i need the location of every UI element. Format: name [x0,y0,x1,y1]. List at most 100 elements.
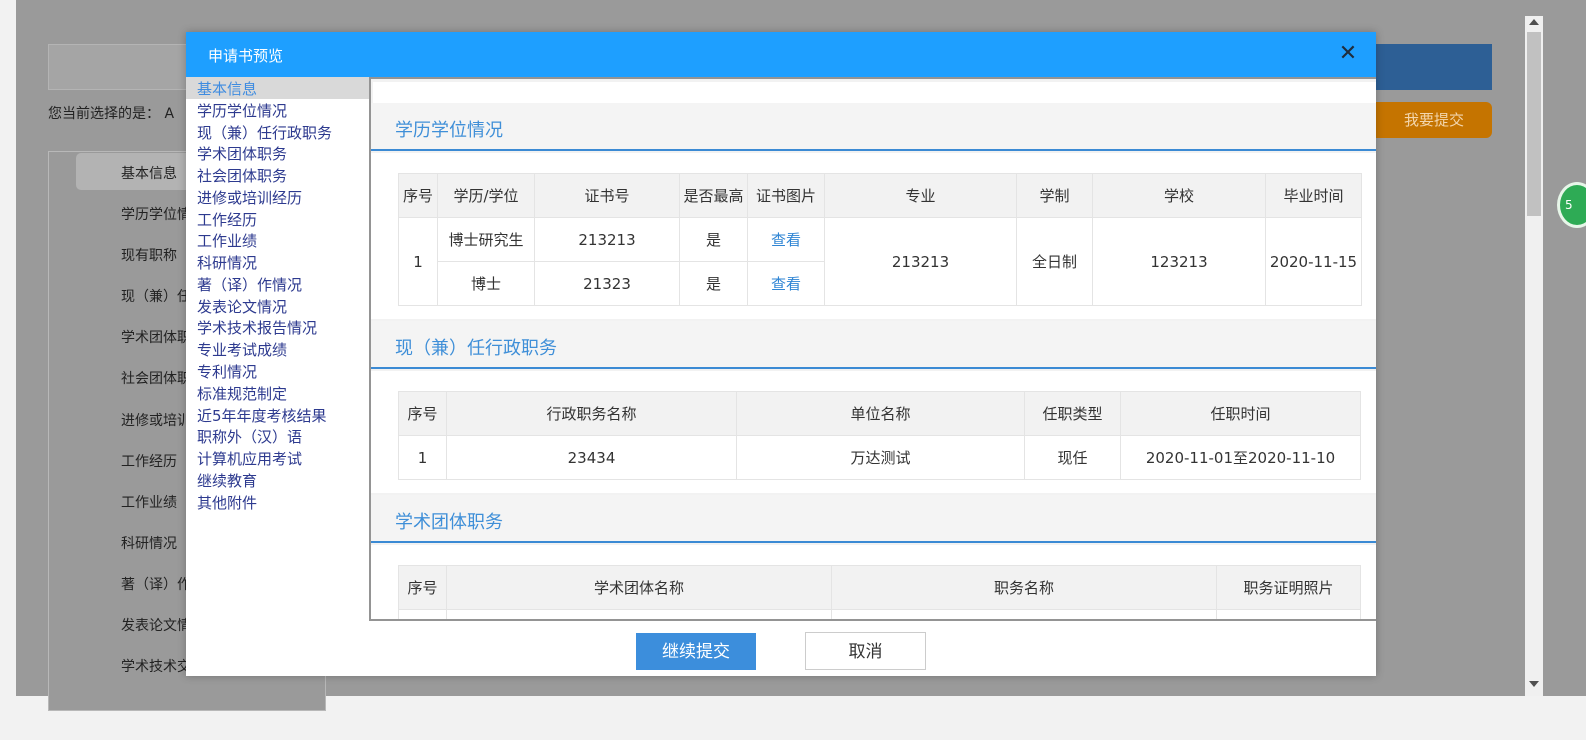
cancel-button[interactable]: 取消 [805,632,926,670]
table-cell: 全日制 [1016,217,1093,306]
modal-header: 申请书预览 ✕ [186,32,1376,77]
page-left-margin [0,0,16,740]
table-header: 学术团体名称 [446,565,832,610]
nav-item-social-group[interactable]: 社会团体职务 [197,165,287,186]
nav-item-admin-position[interactable]: 现（兼）任行政职务 [197,122,332,143]
nav-item-education[interactable]: 学历学位情况 [197,100,287,121]
bg-sidebar-item[interactable]: 学术技术交 [121,656,191,676]
table-cell: 213213 [534,217,680,262]
section-education-title: 学历学位情况 [395,120,503,141]
content-top-strip [373,82,1376,103]
table-cell: 是 [679,217,748,262]
nav-item-continuing-ed[interactable]: 继续教育 [197,470,257,491]
table-header: 单位名称 [736,391,1025,436]
section-academic-title: 学术团体职务 [395,512,503,533]
table-cell: 213213 [824,217,1017,306]
nav-item-work-achievements[interactable]: 工作业绩 [197,230,257,251]
table-cell: 是 [679,261,748,306]
table-cell [831,609,1217,619]
table-header: 毕业时间 [1265,173,1362,218]
table-header: 职务证明照片 [1216,565,1361,610]
continue-submit-button[interactable]: 继续提交 [636,633,756,670]
table-cell: 21323 [534,261,680,306]
nav-item-attachments[interactable]: 其他附件 [197,492,257,513]
preview-modal: 申请书预览 ✕ 基本信息 学历学位情况 现（兼）任行政职务 学术团体职务 社会团… [186,32,1376,676]
bg-sidebar-item[interactable]: 学历学位情 [121,204,191,224]
nav-item-exam-scores[interactable]: 专业考试成绩 [197,339,287,360]
nav-item-standards[interactable]: 标准规范制定 [197,383,287,404]
view-certificate-link[interactable]: 查看 [747,217,825,262]
bg-sidebar-item[interactable]: 工作经历 [121,451,177,471]
table-header: 任职时间 [1120,391,1361,436]
table-header: 学历/学位 [437,173,535,218]
table-header: 职务名称 [831,565,1217,610]
table-header: 序号 [398,391,447,436]
bg-sidebar-item[interactable]: 现（兼）任 [121,286,191,306]
table-cell: 2020-11-15 [1265,217,1362,306]
current-selection-label: 您当前选择的是： A [48,106,175,122]
section-education-header: 学历学位情况 [371,103,1376,151]
table-header: 序号 [398,565,447,610]
table-cell [1216,609,1361,619]
submit-button[interactable]: 我要提交 [1376,102,1492,138]
scrollbar-thumb[interactable] [1527,32,1541,216]
bg-sidebar-item[interactable]: 工作业绩 [121,492,177,512]
nav-item-patents[interactable]: 专利情况 [197,361,257,382]
table-cell: 博士 [437,261,535,306]
bg-sidebar-item[interactable]: 发表论文情 [121,615,191,635]
table-header: 序号 [398,173,438,218]
bg-sidebar-item[interactable]: 进修或培训 [121,410,191,430]
view-certificate-link[interactable]: 查看 [747,261,825,306]
section-admin-header: 现（兼）任行政职务 [371,321,1376,369]
bg-sidebar-item[interactable]: 现有职称 [121,245,177,265]
bg-sidebar-item[interactable]: 学术团体职 [121,327,191,347]
table-cell: 1 [398,217,438,306]
table-cell: 现任 [1024,435,1121,480]
nav-item-basic-info[interactable]: 基本信息 [197,78,257,99]
bg-sidebar-item[interactable]: 基本信息 [121,163,177,183]
bg-sidebar-item[interactable]: 著（译）作 [121,574,191,594]
nav-item-reports[interactable]: 学术技术报告情况 [197,317,317,338]
nav-item-research[interactable]: 科研情况 [197,252,257,273]
nav-item-computer-exam[interactable]: 计算机应用考试 [197,448,302,469]
table-row: 1 23434 万达测试 现任 2020-11-01至2020-11-10 [398,435,1361,480]
table-header: 任职类型 [1024,391,1121,436]
modal-footer [186,621,1376,676]
academic-group-table: 序号 学术团体名称 职务名称 职务证明照片 [398,565,1361,619]
nav-item-papers[interactable]: 发表论文情况 [197,296,287,317]
table-cell: 23434 [446,435,737,480]
table-row: 1 博士研究生 213213 是 查看 213213 全日制 123213 20… [398,217,1362,306]
scroll-up-arrow-icon[interactable] [1529,19,1539,25]
table-header: 专业 [824,173,1017,218]
table-cell: 2020-11-01至2020-11-10 [1120,435,1361,480]
modal-title: 申请书预览 [208,47,284,65]
admin-position-table: 序号 行政职务名称 单位名称 任职类型 任职时间 1 23434 万达测试 现任… [398,391,1361,480]
bg-sidebar-item[interactable]: 社会团体职 [121,368,191,388]
table-cell: 1 [398,435,447,480]
nav-item-academic-group[interactable]: 学术团体职务 [197,143,287,164]
scroll-down-arrow-icon[interactable] [1529,681,1539,687]
nav-item-language[interactable]: 职称外（汉）语 [197,426,302,447]
table-header: 学校 [1092,173,1266,218]
table-row [398,609,1361,619]
table-header: 学制 [1016,173,1093,218]
table-cell [446,609,832,619]
close-icon[interactable]: ✕ [1337,43,1359,65]
table-header: 证书号 [534,173,680,218]
nav-item-work-history[interactable]: 工作经历 [197,209,257,230]
table-cell: 123213 [1092,217,1266,306]
education-table: 序号 学历/学位 证书号 是否最高 证书图片 专业 学制 学校 毕业时间 1 博… [398,173,1362,306]
nav-item-publications[interactable]: 著（译）作情况 [197,274,302,295]
table-header: 行政职务名称 [446,391,737,436]
table-header: 是否最高 [679,173,748,218]
nav-item-annual-review[interactable]: 近5年年度考核结果 [197,405,327,426]
nav-item-training[interactable]: 进修或培训经历 [197,187,302,208]
background-header-accent [1376,44,1492,90]
section-education-body: 序号 学历/学位 证书号 是否最高 证书图片 专业 学制 学校 毕业时间 1 博… [371,153,1376,319]
screen: 您当前选择的是： A 我要提交 基本信息 学历学位情 现有职称 现（兼）任 学术… [0,0,1586,740]
section-academic-header: 学术团体职务 [371,495,1376,543]
table-cell: 万达测试 [736,435,1025,480]
preview-content[interactable]: 学历学位情况 序号 学历/学位 证书号 是否最高 证书图片 专业 学制 学校 毕… [369,77,1376,621]
section-academic-body: 序号 学术团体名称 职务名称 职务证明照片 [371,545,1376,619]
bg-sidebar-item[interactable]: 科研情况 [121,533,177,553]
